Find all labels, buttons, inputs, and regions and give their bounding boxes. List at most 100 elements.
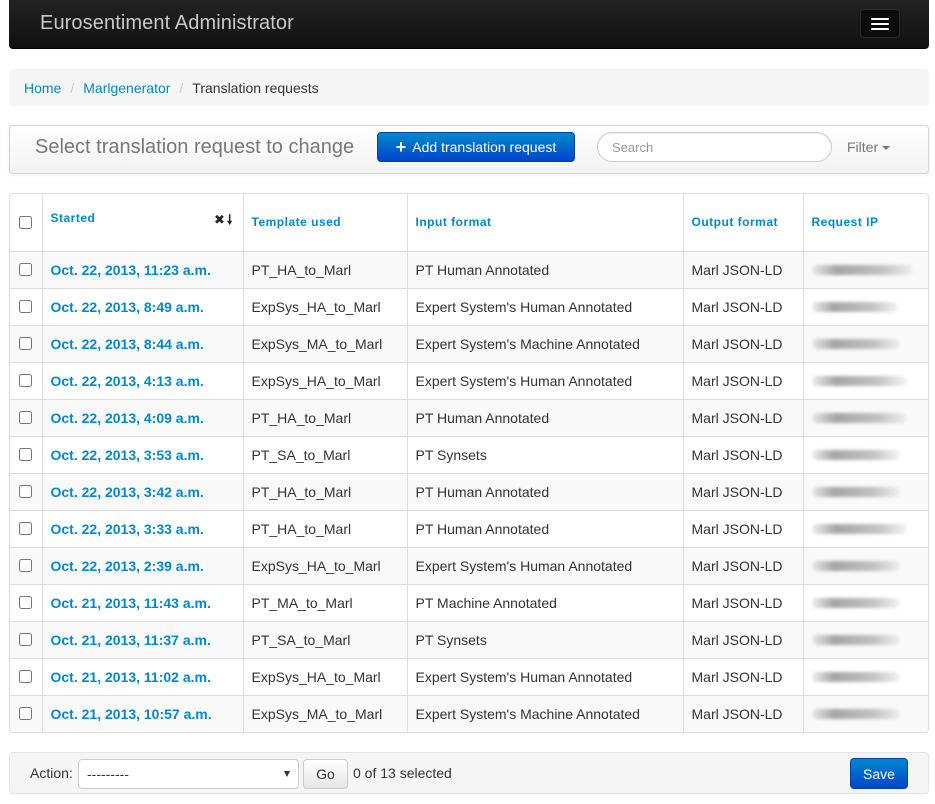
- request-ip-cell: [802, 435, 928, 473]
- bulk-action-bar: Action: --------- Go 0 of 13 selected Sa…: [9, 752, 929, 794]
- started-link[interactable]: Oct. 22, 2013, 3:42 a.m.: [51, 484, 204, 500]
- started-link[interactable]: Oct. 22, 2013, 4:13 a.m.: [51, 373, 204, 389]
- started-link[interactable]: Oct. 22, 2013, 8:44 a.m.: [51, 336, 204, 352]
- column-label[interactable]: Started: [51, 211, 96, 225]
- hamburger-menu-icon[interactable]: [860, 9, 900, 38]
- started-cell: Oct. 21, 2013, 10:57 a.m.: [41, 694, 243, 732]
- started-cell: Oct. 22, 2013, 8:49 a.m.: [41, 287, 243, 325]
- breadcrumb-home-link[interactable]: Home: [24, 80, 61, 96]
- sort-controls: ✖🠗: [214, 211, 234, 233]
- redacted-ip: [811, 523, 907, 534]
- row-checkbox-cell: [10, 583, 42, 621]
- breadcrumb-marlgenerator-link[interactable]: Marlgenerator: [83, 80, 170, 96]
- column-header-template[interactable]: Template used: [242, 194, 407, 251]
- template-cell: PT_HA_to_Marl: [242, 509, 407, 547]
- results-table-container: Started ✖🠗 Template used Input format Ou…: [9, 193, 929, 733]
- output-format-cell: Marl JSON-LD: [682, 694, 803, 732]
- request-ip-cell: [802, 250, 928, 288]
- output-format-cell: Marl JSON-LD: [682, 546, 803, 584]
- template-cell: PT_HA_to_Marl: [242, 472, 407, 510]
- input-format-cell: Expert System's Human Annotated: [406, 361, 683, 399]
- table-row: Oct. 22, 2013, 4:13 a.m. ExpSys_HA_to_Mar…: [10, 361, 928, 399]
- started-link[interactable]: Oct. 22, 2013, 8:49 a.m.: [51, 299, 204, 315]
- request-ip-cell: [802, 398, 928, 436]
- column-header-output-format[interactable]: Output format: [682, 194, 803, 251]
- started-link[interactable]: Oct. 22, 2013, 2:39 a.m.: [51, 558, 204, 574]
- row-checkbox[interactable]: [19, 522, 33, 535]
- request-ip-cell: [802, 694, 928, 732]
- row-checkbox[interactable]: [19, 559, 33, 572]
- started-cell: Oct. 22, 2013, 4:09 a.m.: [41, 398, 243, 436]
- chevron-down-icon: [284, 771, 290, 777]
- row-checkbox[interactable]: [19, 670, 33, 683]
- column-header-started[interactable]: Started ✖🠗: [41, 194, 243, 251]
- row-checkbox[interactable]: [19, 411, 33, 424]
- template-cell: PT_SA_to_Marl: [242, 435, 407, 473]
- output-format-cell: Marl JSON-LD: [682, 620, 803, 658]
- menu-bar: [871, 22, 889, 25]
- action-select[interactable]: ---------: [78, 759, 299, 789]
- redacted-ip: [811, 301, 898, 312]
- started-link[interactable]: Oct. 21, 2013, 10:57 a.m.: [51, 706, 212, 722]
- table-row: Oct. 21, 2013, 10:57 a.m. ExpSys_MA_to_Ma…: [10, 694, 928, 732]
- input-format-cell: Expert System's Human Annotated: [406, 546, 683, 584]
- input-format-cell: Expert System's Machine Annotated: [406, 694, 683, 732]
- row-checkbox[interactable]: [19, 300, 33, 313]
- input-format-cell: PT Human Annotated: [406, 472, 683, 510]
- started-cell: Oct. 21, 2013, 11:02 a.m.: [41, 657, 243, 695]
- started-link[interactable]: Oct. 22, 2013, 3:53 a.m.: [51, 447, 204, 463]
- results-table: Started ✖🠗 Template used Input format Ou…: [10, 194, 928, 732]
- redacted-ip: [811, 486, 900, 497]
- sort-descending-icon[interactable]: 🠗: [227, 212, 235, 227]
- row-checkbox-cell: [10, 324, 42, 362]
- row-checkbox-cell: [10, 694, 42, 732]
- redacted-ip: [811, 560, 900, 571]
- row-checkbox-cell: [10, 435, 42, 473]
- redacted-ip: [811, 449, 900, 460]
- started-link[interactable]: Oct. 21, 2013, 11:37 a.m.: [51, 632, 211, 648]
- row-checkbox[interactable]: [19, 263, 33, 276]
- search-input[interactable]: [597, 132, 832, 162]
- started-link[interactable]: Oct. 22, 2013, 3:33 a.m.: [51, 521, 204, 537]
- row-checkbox[interactable]: [19, 337, 33, 350]
- output-format-cell: Marl JSON-LD: [682, 472, 803, 510]
- column-header-input-format[interactable]: Input format: [406, 194, 683, 251]
- column-header-request-ip[interactable]: Request IP: [802, 194, 928, 251]
- output-format-cell: Marl JSON-LD: [682, 287, 803, 325]
- input-format-cell: PT Human Annotated: [406, 509, 683, 547]
- started-link[interactable]: Oct. 21, 2013, 11:43 a.m.: [51, 595, 211, 611]
- started-cell: Oct. 21, 2013, 11:43 a.m.: [41, 583, 243, 621]
- redacted-ip: [811, 634, 900, 645]
- row-checkbox[interactable]: [19, 448, 33, 461]
- row-checkbox[interactable]: [19, 596, 33, 609]
- table-row: Oct. 22, 2013, 11:23 a.m. PT_HA_to_Marl PT…: [10, 250, 928, 288]
- select-all-cell: [10, 194, 42, 251]
- request-ip-cell: [802, 472, 928, 510]
- table-row: Oct. 21, 2013, 11:02 a.m. ExpSys_HA_to_Ma…: [10, 657, 928, 695]
- request-ip-cell: [802, 361, 928, 399]
- started-link[interactable]: Oct. 22, 2013, 4:09 a.m.: [51, 410, 204, 426]
- select-all-checkbox[interactable]: [19, 215, 33, 229]
- row-checkbox[interactable]: [19, 485, 33, 498]
- started-link[interactable]: Oct. 22, 2013, 11:23 a.m.: [51, 262, 211, 278]
- go-button[interactable]: Go: [303, 759, 348, 789]
- template-cell: ExpSys_MA_to_Marl: [242, 694, 407, 732]
- menu-bar: [871, 27, 889, 30]
- filter-dropdown[interactable]: Filter: [847, 139, 891, 155]
- row-checkbox-cell: [10, 472, 42, 510]
- started-link[interactable]: Oct. 21, 2013, 11:02 a.m.: [51, 669, 211, 685]
- output-format-cell: Marl JSON-LD: [682, 398, 803, 436]
- caret-down-icon: [882, 146, 891, 151]
- redacted-ip: [811, 338, 900, 349]
- remove-sort-icon[interactable]: ✖: [214, 212, 227, 227]
- row-checkbox[interactable]: [19, 707, 33, 721]
- redacted-ip: [811, 597, 900, 608]
- row-checkbox[interactable]: [19, 374, 33, 387]
- app-brand[interactable]: Eurosentiment Administrator: [40, 12, 294, 35]
- action-label: Action:: [30, 765, 73, 781]
- add-translation-request-button[interactable]: + Add translation request: [377, 132, 575, 162]
- save-button[interactable]: Save: [850, 758, 908, 789]
- list-toolbar: Select translation request to change + A…: [9, 125, 929, 174]
- input-format-cell: PT Machine Annotated: [406, 583, 683, 621]
- row-checkbox[interactable]: [19, 633, 33, 646]
